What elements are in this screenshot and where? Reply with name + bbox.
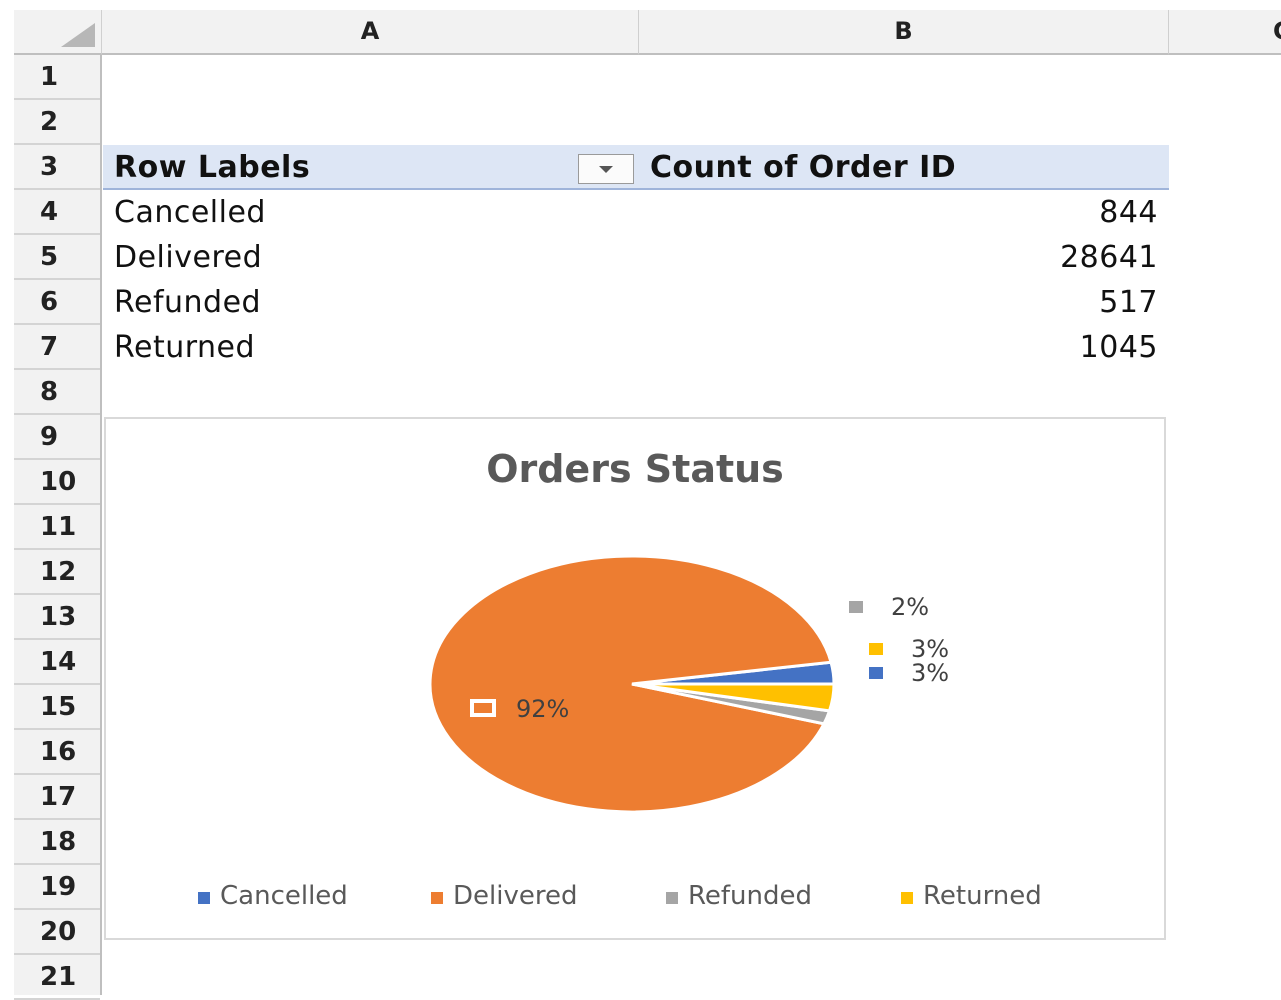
row-header-9[interactable]: 9 bbox=[14, 415, 100, 460]
data-label-delivered[interactable]: 92% bbox=[516, 695, 569, 723]
row-header-17[interactable]: 17 bbox=[14, 775, 100, 820]
select-all-corner[interactable] bbox=[14, 10, 102, 55]
pie-chart-svg: 3% 92% 2% 3% Cancelled Delivered Refunded Retur… bbox=[198, 554, 1042, 911]
row-header-21[interactable]: 21 bbox=[14, 955, 100, 1000]
legend-key-returned bbox=[901, 892, 913, 904]
data-label-key-refunded bbox=[849, 601, 863, 613]
legend-entry-cancelled[interactable]: Cancelled bbox=[220, 881, 348, 911]
data-label-returned[interactable]: 3% bbox=[911, 635, 949, 663]
legend-entry-refunded[interactable]: Refunded bbox=[688, 881, 812, 911]
data-label-refunded[interactable]: 2% bbox=[891, 593, 929, 621]
row-header-4[interactable]: 4 bbox=[14, 190, 100, 235]
pivot-row-value[interactable]: 844 bbox=[958, 195, 1158, 230]
data-label-cancelled[interactable]: 3% bbox=[911, 659, 949, 687]
legend-key-delivered bbox=[431, 892, 443, 904]
row-header-7[interactable]: 7 bbox=[14, 325, 100, 370]
row-labels-filter-button[interactable] bbox=[578, 154, 634, 184]
row-header-14[interactable]: 14 bbox=[14, 640, 100, 685]
pivot-row-label[interactable]: Delivered bbox=[114, 240, 262, 275]
pivot-row-value[interactable]: 517 bbox=[958, 285, 1158, 320]
row-header-12[interactable]: 12 bbox=[14, 550, 100, 595]
legend-key-refunded bbox=[666, 892, 678, 904]
row-header-16[interactable]: 16 bbox=[14, 730, 100, 775]
row-header-6[interactable]: 6 bbox=[14, 280, 100, 325]
row-header-20[interactable]: 20 bbox=[14, 910, 100, 955]
pivot-row-label[interactable]: Returned bbox=[114, 330, 255, 365]
column-header-c[interactable]: C bbox=[1169, 10, 1281, 55]
data-label-key-cancelled bbox=[869, 667, 883, 679]
row-header-2[interactable]: 2 bbox=[14, 100, 100, 145]
legend-entry-returned[interactable]: Returned bbox=[923, 881, 1042, 911]
pivot-value-header[interactable]: Count of Order ID bbox=[650, 150, 956, 185]
pivot-row-label[interactable]: Cancelled bbox=[114, 195, 266, 230]
column-header-b[interactable]: B bbox=[639, 10, 1169, 55]
row-header-1[interactable]: 1 bbox=[14, 55, 100, 100]
spreadsheet-grid: A B C 123456789101112131415161718192021 … bbox=[0, 0, 1281, 1000]
legend-entry-delivered[interactable]: Delivered bbox=[453, 881, 577, 911]
row-header-15[interactable]: 15 bbox=[14, 685, 100, 730]
pie-chart[interactable]: Orders Status 3% 92% 2% 3% Cancelled Delivere… bbox=[104, 417, 1166, 940]
column-header-a[interactable]: A bbox=[102, 10, 639, 55]
row-header-11[interactable]: 11 bbox=[14, 505, 100, 550]
pivot-row-label[interactable]: Refunded bbox=[114, 285, 261, 320]
row-header-19[interactable]: 19 bbox=[14, 865, 100, 910]
row-header-10[interactable]: 10 bbox=[14, 460, 100, 505]
data-label-key-returned bbox=[869, 643, 883, 655]
dropdown-arrow-icon bbox=[599, 166, 613, 173]
pivot-row-value[interactable]: 28641 bbox=[958, 240, 1158, 275]
legend-key-cancelled bbox=[198, 892, 210, 904]
row-header-8[interactable]: 8 bbox=[14, 370, 100, 415]
pivot-row-value[interactable]: 1045 bbox=[958, 330, 1158, 365]
row-header-5[interactable]: 5 bbox=[14, 235, 100, 280]
row-header-18[interactable]: 18 bbox=[14, 820, 100, 865]
row-header-13[interactable]: 13 bbox=[14, 595, 100, 640]
pivot-row-labels-header[interactable]: Row Labels bbox=[114, 150, 310, 185]
row-header-3[interactable]: 3 bbox=[14, 145, 100, 190]
